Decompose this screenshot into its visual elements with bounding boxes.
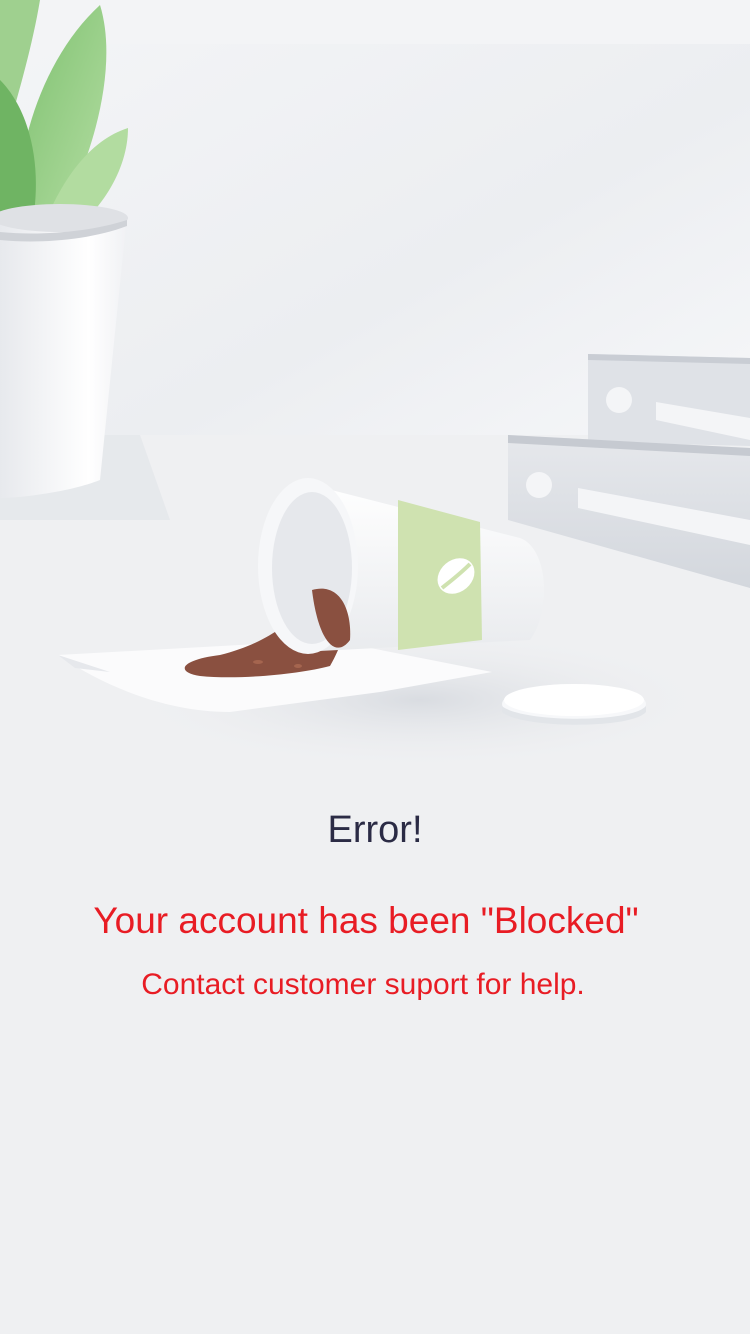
contact-support-message: Contact customer suport for help. <box>141 968 585 1001</box>
error-title: Error! <box>327 809 423 851</box>
error-message-panel: Error! Your account has been "Blocked" C… <box>0 0 750 1334</box>
account-blocked-message: Your account has been "Blocked" <box>93 900 639 941</box>
